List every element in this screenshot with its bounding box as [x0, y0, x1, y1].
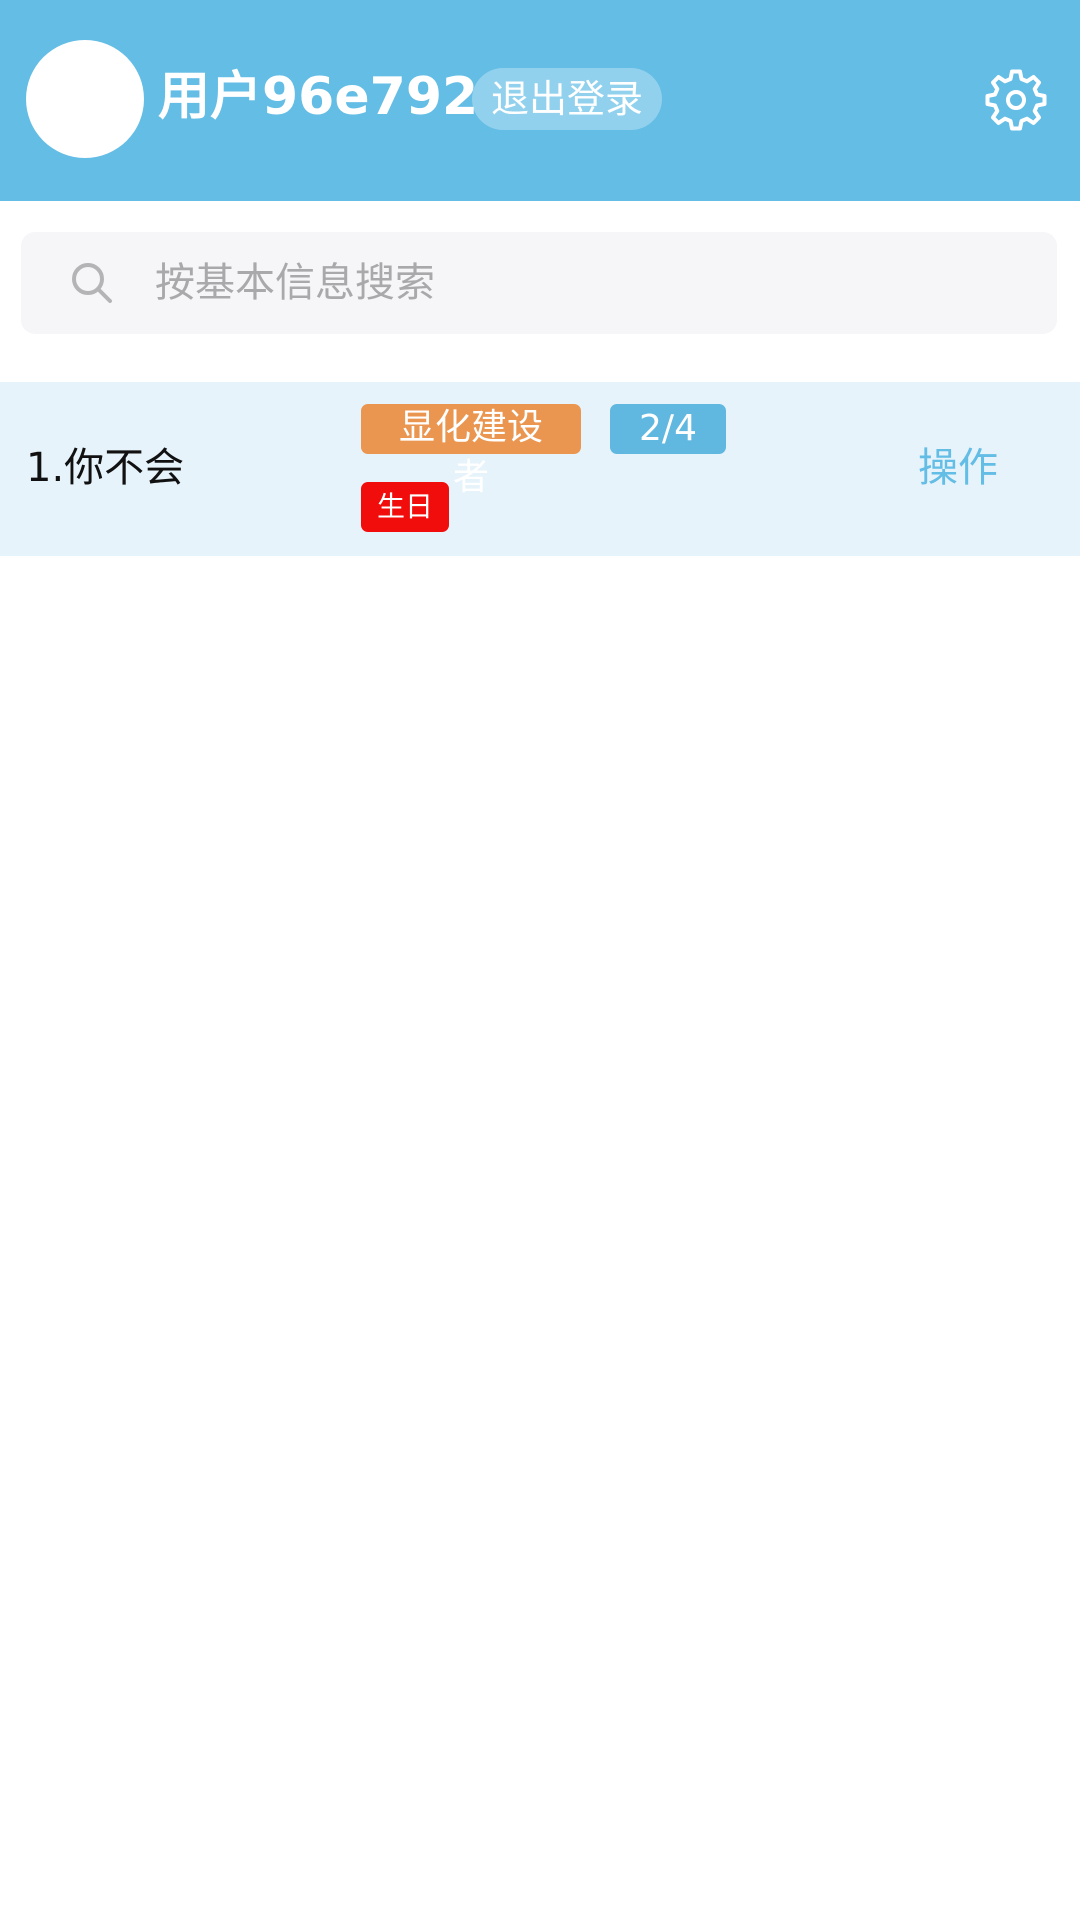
gear-icon [985, 69, 1047, 131]
logout-button[interactable]: 退出登录 [472, 68, 662, 130]
list-item[interactable]: 1.你不会 显化建设 者 2/4 生日 操作 [0, 382, 1080, 556]
category-tag: 显化建设 [361, 404, 581, 454]
avatar[interactable] [26, 40, 144, 158]
top-header: 用户96e792 退出登录 [0, 0, 1080, 201]
search-bar [21, 232, 1057, 334]
progress-badge: 2/4 [610, 404, 726, 454]
item-action-button[interactable]: 操作 [918, 440, 998, 496]
search-input[interactable] [133, 232, 1033, 334]
birthday-tag: 生日 [361, 482, 449, 532]
search-icon [67, 258, 117, 308]
item-title: 1.你不会 [26, 445, 185, 491]
settings-button[interactable] [984, 68, 1048, 132]
username: 用户96e792 [158, 67, 479, 127]
